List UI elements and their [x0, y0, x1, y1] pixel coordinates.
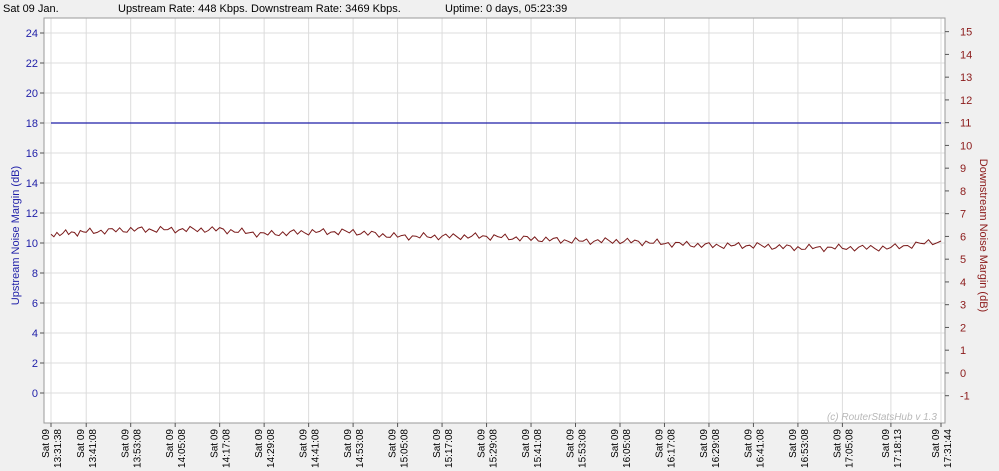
- left-tick-label: 14: [26, 178, 38, 190]
- x-tick-date: Sat 09: [931, 429, 942, 458]
- x-tick-time: 14:17:08: [222, 429, 233, 468]
- x-tick-time: 17:18:13: [893, 429, 904, 468]
- x-tick-date: Sat 09: [432, 429, 443, 458]
- right-tick-label: 3: [960, 300, 966, 312]
- x-tick-date: Sat 09: [566, 429, 577, 458]
- x-tick-time: 17:05:08: [844, 429, 855, 468]
- right-tick-label: -1: [960, 391, 970, 403]
- x-tick-date: Sat 09: [743, 429, 754, 458]
- left-tick-label: 16: [26, 148, 38, 160]
- x-tick-time: 14:41:08: [311, 429, 322, 468]
- right-tick-label: 5: [960, 254, 966, 266]
- right-tick-label: 9: [960, 163, 966, 175]
- left-tick-label: 4: [32, 328, 38, 340]
- right-tick-label: 15: [960, 27, 972, 39]
- left-tick-label: 20: [26, 88, 38, 100]
- right-tick-label: 10: [960, 140, 972, 152]
- right-tick-label: 14: [960, 49, 972, 61]
- watermark: (c) RouterStatsHub v 1.3: [827, 412, 937, 423]
- right-tick-label: 7: [960, 209, 966, 221]
- left-tick-label: 6: [32, 298, 38, 310]
- right-tick-label: 4: [960, 277, 966, 289]
- x-tick-time: 14:29:08: [266, 429, 277, 468]
- right-tick-label: 13: [960, 72, 972, 84]
- right-tick-label: 11: [960, 118, 971, 130]
- right-tick-label: 0: [960, 368, 966, 380]
- x-tick-date: Sat 09: [76, 429, 87, 458]
- x-tick-date: Sat 09: [388, 429, 399, 458]
- right-axis-title: Downstream Noise Margin (dB): [977, 159, 989, 312]
- x-tick-time: 15:41:08: [533, 429, 544, 468]
- x-tick-time: 14:53:08: [355, 429, 366, 468]
- x-tick-date: Sat 09: [254, 429, 265, 458]
- x-tick-date: Sat 09: [41, 429, 52, 458]
- left-axis-ticks: 024681012141618202224: [26, 28, 44, 400]
- right-axis-ticks: -10123456789101112131415: [945, 27, 972, 403]
- x-tick-date: Sat 09: [165, 429, 176, 458]
- x-tick-time: 16:05:08: [622, 429, 633, 468]
- x-tick-time: 16:29:08: [711, 429, 722, 468]
- right-tick-label: 2: [960, 322, 966, 334]
- right-tick-label: 12: [960, 95, 972, 107]
- left-tick-label: 2: [32, 358, 38, 370]
- left-tick-label: 18: [26, 118, 38, 130]
- x-tick-time: 16:53:08: [800, 429, 811, 468]
- left-tick-label: 10: [26, 238, 38, 250]
- x-tick-date: Sat 09: [477, 429, 488, 458]
- noise-margin-chart: 024681012141618202224 -10123456789101112…: [10, 17, 989, 468]
- x-tick-time: 17:31:44: [943, 429, 954, 468]
- x-tick-date: Sat 09: [210, 429, 221, 458]
- x-tick-time: 15:29:08: [489, 429, 500, 468]
- x-tick-time: 15:17:08: [444, 429, 455, 468]
- x-axis-ticks: Sat 09 13:31:38 Sat 09 13:41:08 Sat 09 13:53:…: [41, 423, 954, 468]
- left-tick-label: 0: [32, 388, 38, 400]
- x-tick-time: 13:41:08: [88, 429, 99, 468]
- x-tick-date: Sat 09: [610, 429, 621, 458]
- right-tick-label: 8: [960, 186, 966, 198]
- x-tick-date: Sat 09: [299, 429, 310, 458]
- left-tick-label: 22: [26, 58, 38, 70]
- x-tick-time: 16:17:08: [666, 429, 677, 468]
- x-tick-time: 15:05:08: [400, 429, 411, 468]
- plot-area: [44, 18, 945, 423]
- x-tick-date: Sat 09: [654, 429, 665, 458]
- x-tick-date: Sat 09: [121, 429, 132, 458]
- right-tick-label: 1: [960, 345, 966, 357]
- left-tick-label: 8: [32, 268, 38, 280]
- x-tick-time: 13:53:08: [133, 429, 144, 468]
- x-tick-time: 15:53:08: [578, 429, 589, 468]
- x-tick-date: Sat 09: [788, 429, 799, 458]
- x-tick-time: 16:41:08: [755, 429, 766, 468]
- x-tick-date: Sat 09: [521, 429, 532, 458]
- left-tick-label: 12: [26, 208, 38, 220]
- x-tick-date: Sat 09: [832, 429, 843, 458]
- x-tick-time: 13:31:38: [53, 429, 64, 468]
- x-tick-date: Sat 09: [881, 429, 892, 458]
- x-tick-time: 14:05:08: [177, 429, 188, 468]
- left-axis-title: Upstream Noise Margin (dB): [10, 166, 22, 305]
- x-tick-date: Sat 09: [343, 429, 354, 458]
- x-tick-date: Sat 09: [699, 429, 710, 458]
- right-tick-label: 6: [960, 231, 966, 243]
- left-tick-label: 24: [26, 28, 38, 40]
